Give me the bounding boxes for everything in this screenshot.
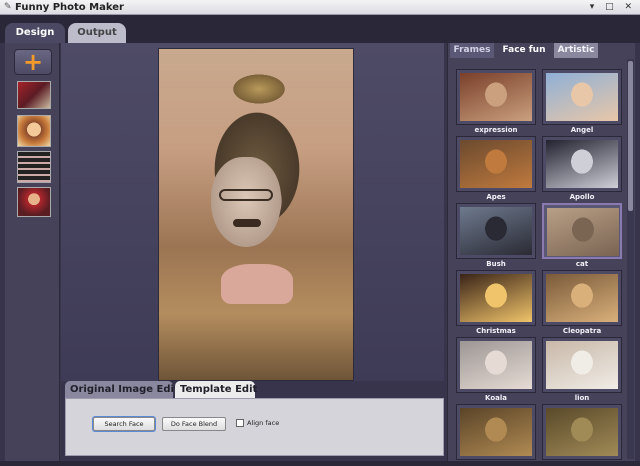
template-image	[546, 341, 618, 389]
app-icon: ✎	[4, 2, 12, 12]
template-preview-image[interactable]	[158, 48, 354, 381]
tab-original-image-edit[interactable]: Original Image Edit	[65, 381, 179, 398]
tab-design[interactable]: Design	[5, 23, 65, 43]
template-caption: Apes	[486, 193, 506, 201]
template-thumbnail[interactable]	[542, 270, 622, 326]
template-caption: cat	[575, 260, 589, 268]
template-image	[546, 73, 618, 121]
scrollbar-thumb[interactable]	[628, 61, 633, 211]
mustache	[233, 219, 261, 227]
template-caption: lion	[574, 394, 590, 402]
app-window: ✎ Funny Photo Maker ▾ □ ✕ Design Output …	[0, 0, 640, 466]
align-face-checkbox[interactable]	[236, 419, 244, 427]
glasses	[219, 189, 273, 201]
template-image	[460, 140, 532, 188]
add-photo-button[interactable]: +	[14, 49, 52, 75]
template-image	[546, 408, 618, 456]
tab-output[interactable]: Output	[68, 23, 126, 43]
template-scrollbar[interactable]	[627, 59, 634, 459]
template-thumbnail[interactable]	[456, 136, 536, 192]
tab-artistic[interactable]: Artistic	[554, 43, 598, 58]
canvas-area	[61, 43, 444, 381]
costume-neckline	[221, 264, 293, 304]
align-face-option[interactable]: Align face	[236, 418, 279, 428]
template-image	[546, 274, 618, 322]
template-image	[547, 208, 619, 256]
template-thumbnail[interactable]	[542, 136, 622, 192]
template-thumbnail[interactable]	[542, 69, 622, 125]
tab-template-edit[interactable]: Template Edit	[175, 381, 257, 398]
template-thumbnail[interactable]	[456, 270, 536, 326]
title-bar: ✎ Funny Photo Maker ▾ □ ✕	[0, 0, 640, 15]
source-photo-strip: +	[5, 43, 60, 461]
template-caption: Angel	[570, 126, 594, 134]
template-thumbnail[interactable]	[456, 337, 536, 393]
template-panel: Frames Face fun Artistic expression Angel…	[447, 43, 635, 461]
template-thumbnail[interactable]	[456, 69, 536, 125]
main-tab-bar: Design Output	[0, 15, 640, 43]
window-controls[interactable]: ▾ □ ✕	[590, 1, 636, 14]
window-title: Funny Photo Maker	[15, 2, 124, 13]
template-image	[460, 341, 532, 389]
align-face-label: Align face	[247, 419, 280, 427]
template-caption: Koala	[485, 394, 507, 402]
face-blend-button[interactable]: Do Face Blend	[162, 417, 226, 431]
template-caption: Cleopatra	[562, 327, 602, 335]
template-image	[546, 140, 618, 188]
tab-face-fun[interactable]: Face fun	[496, 43, 552, 58]
blended-face	[211, 157, 281, 247]
status-bar	[0, 461, 640, 466]
photo-thumbnail[interactable]	[17, 187, 51, 217]
template-caption: Bush	[486, 260, 506, 268]
template-thumbnail[interactable]	[542, 203, 622, 259]
template-thumbnail[interactable]	[456, 203, 536, 259]
photo-thumbnail[interactable]	[17, 151, 51, 183]
template-edit-panel: Search Face Do Face Blend Align face	[65, 398, 444, 456]
template-image	[460, 408, 532, 456]
photo-thumbnail[interactable]	[17, 81, 51, 109]
template-image	[460, 274, 532, 322]
template-thumbnail[interactable]	[542, 404, 622, 460]
template-caption: Apollo	[569, 193, 595, 201]
search-face-button[interactable]: Search Face	[93, 417, 155, 431]
template-caption: expression	[474, 126, 518, 134]
tab-frames[interactable]: Frames	[450, 43, 494, 58]
photo-thumbnail[interactable]	[17, 115, 51, 147]
template-thumbnail[interactable]	[542, 337, 622, 393]
template-image	[460, 207, 532, 255]
template-caption: Christmas	[476, 327, 516, 335]
template-image	[460, 73, 532, 121]
template-thumbnail[interactable]	[456, 404, 536, 460]
